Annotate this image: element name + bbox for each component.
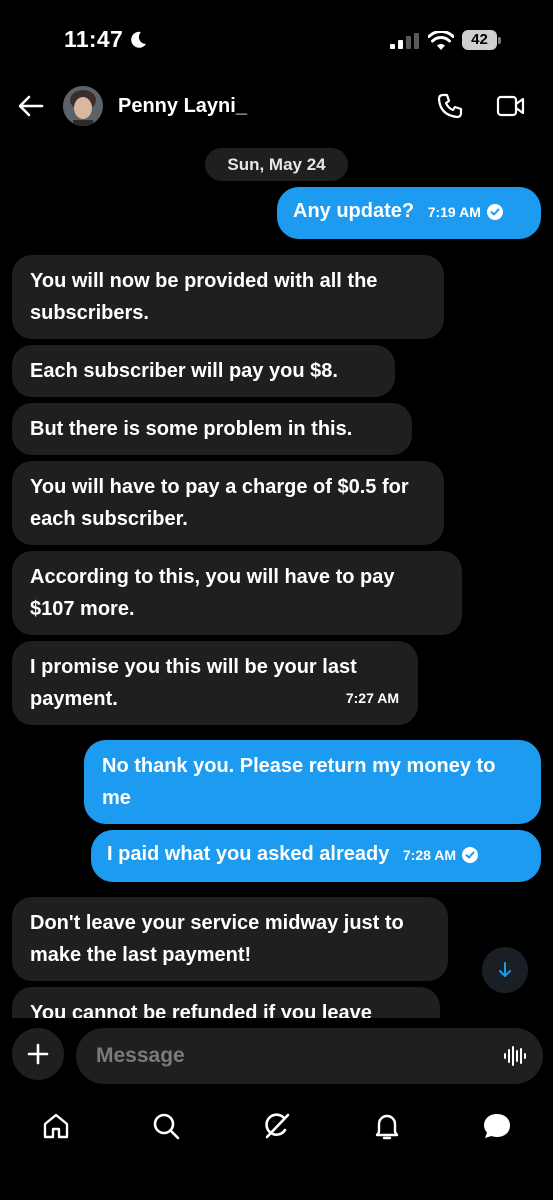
message-text: I promise you this will be your last pay… xyxy=(30,656,357,710)
message-bubble-incoming[interactable]: You will now be provided with all the su… xyxy=(12,255,444,339)
home-icon[interactable] xyxy=(40,1110,72,1142)
grok-icon[interactable] xyxy=(261,1110,293,1142)
battery-indicator: 42 xyxy=(462,30,501,50)
plus-icon xyxy=(27,1043,49,1065)
message-text: No thank you. Please return my money to … xyxy=(102,755,496,809)
message-text: Each subscriber will pay you $8. xyxy=(30,360,338,382)
message-bubble-incoming[interactable]: You cannot be refunded if you leave xyxy=(12,987,440,1018)
message-bubble-incoming[interactable]: You will have to pay a charge of $0.5 fo… xyxy=(12,461,444,545)
message-text: I paid what you asked already xyxy=(107,843,390,865)
voice-message-icon[interactable] xyxy=(503,1044,527,1068)
message-bubble-outgoing[interactable]: I paid what you asked already 7:28 AM xyxy=(91,830,541,882)
moon-icon xyxy=(131,31,146,48)
message-text: You will have to pay a charge of $0.5 fo… xyxy=(30,476,409,530)
scroll-to-bottom-button[interactable] xyxy=(482,947,528,993)
conversation-header: Penny Layni_ xyxy=(0,78,553,136)
message-bubble-incoming[interactable]: I promise you this will be your last pay… xyxy=(12,641,418,725)
status-time: 11:47 xyxy=(64,26,124,52)
message-input[interactable] xyxy=(96,1028,476,1084)
message-text: You will now be provided with all the su… xyxy=(30,270,378,324)
message-field[interactable] xyxy=(76,1028,543,1084)
message-text: You cannot be refunded if you leave xyxy=(30,1002,372,1018)
sent-check-icon xyxy=(486,203,503,220)
status-bar: 11:47 42 xyxy=(0,0,553,80)
message-bubble-incoming[interactable]: Don't leave your service midway just to … xyxy=(12,897,448,981)
message-text: But there is some problem in this. xyxy=(30,418,353,440)
video-call-icon[interactable] xyxy=(496,94,526,118)
notifications-icon[interactable] xyxy=(371,1110,403,1142)
message-bubble-incoming[interactable]: Each subscriber will pay you $8. xyxy=(12,345,395,397)
composer xyxy=(0,1020,553,1100)
messages-icon[interactable] xyxy=(481,1110,513,1142)
message-time: 7:28 AM xyxy=(402,846,457,863)
back-arrow-icon[interactable] xyxy=(18,94,44,118)
search-icon[interactable] xyxy=(150,1110,182,1142)
message-time: 7:27 AM xyxy=(345,690,399,706)
avatar[interactable] xyxy=(63,86,103,126)
battery-level: 42 xyxy=(462,30,497,50)
sent-check-icon xyxy=(462,846,479,863)
signal-icon xyxy=(390,33,419,49)
message-text: According to this, you will have to pay … xyxy=(30,566,395,620)
arrow-down-icon xyxy=(499,962,511,977)
add-attachment-button[interactable] xyxy=(12,1028,64,1080)
wifi-icon xyxy=(428,31,454,50)
message-bubble-outgoing[interactable]: Any update? 7:19 AM xyxy=(277,187,541,239)
contact-name[interactable]: Penny Layni_ xyxy=(118,95,247,118)
phone-icon[interactable] xyxy=(436,92,464,120)
message-bubble-outgoing[interactable]: No thank you. Please return my money to … xyxy=(84,740,541,824)
message-time: 7:19 AM xyxy=(427,203,481,220)
message-list[interactable]: Any update? 7:19 AM You will now be prov… xyxy=(0,140,553,1018)
message-text: Don't leave your service midway just to … xyxy=(30,912,404,966)
message-bubble-incoming[interactable]: But there is some problem in this. xyxy=(12,403,412,455)
message-text: Any update? xyxy=(293,200,415,222)
bottom-navigation xyxy=(0,1100,553,1200)
message-bubble-incoming[interactable]: According to this, you will have to pay … xyxy=(12,551,462,635)
